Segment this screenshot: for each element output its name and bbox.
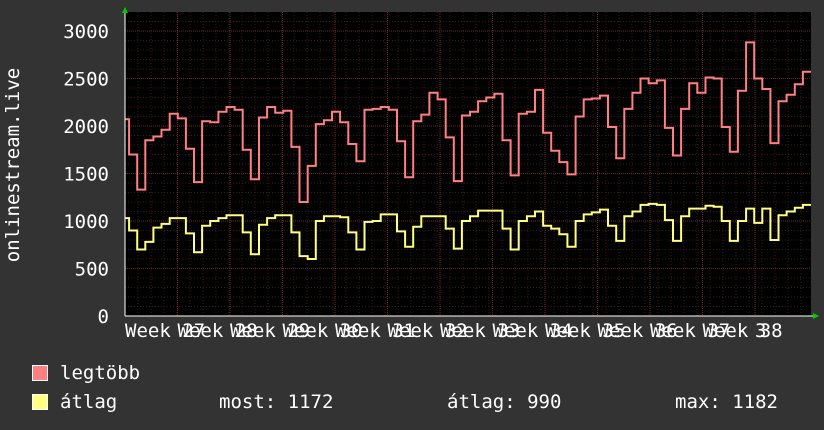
x-tick-label: 3 — [755, 320, 766, 342]
chart-container: 0 500 1000 1500 2000 2500 3000 Week 27 Week 28 W… — [0, 0, 824, 430]
x-tick-label: Week 38 — [703, 320, 783, 342]
legend-item-atlag: átlag — [32, 391, 117, 413]
legend-item-legtobb: legtöbb — [32, 362, 140, 384]
y-tick-labels: 0 500 1000 1500 2000 2500 3000 — [63, 21, 109, 328]
y-tick-label: 2000 — [63, 116, 109, 138]
y-tick-label: 0 — [98, 306, 109, 328]
y-axis-arrow — [122, 7, 128, 13]
x-tick-labels: Week 27Week 28Week 29Week 30Week 31Week … — [125, 320, 783, 342]
x-axis-arrow — [813, 313, 819, 319]
y-tick-label: 3000 — [63, 21, 109, 43]
legend-label-atlag: átlag — [60, 391, 118, 413]
legend-swatch-legtobb — [32, 365, 48, 381]
legend-label-legtobb: legtöbb — [60, 362, 141, 384]
stat-most: most: 1172 — [219, 391, 334, 413]
stat-atlag: átlag: 990 — [447, 391, 562, 413]
line-chart: 0 500 1000 1500 2000 2500 3000 Week 27Week 28W… — [2, 7, 819, 342]
legend-swatch-atlag — [32, 394, 48, 410]
stat-max: max: 1182 — [675, 391, 778, 413]
y-axis-label: onlinestream.live — [2, 68, 24, 262]
y-tick-label: 500 — [75, 259, 109, 281]
y-tick-label: 1000 — [63, 211, 109, 233]
y-tick-label: 1500 — [63, 164, 109, 186]
y-tick-label: 2500 — [63, 69, 109, 91]
